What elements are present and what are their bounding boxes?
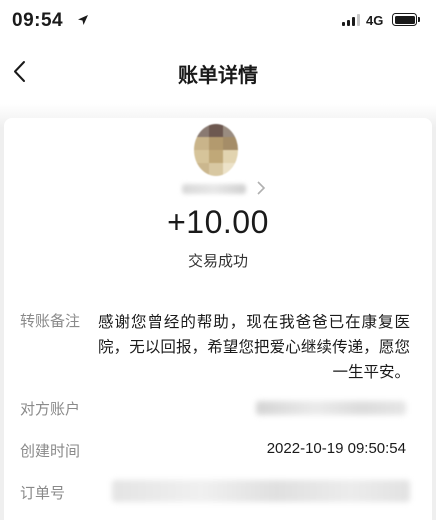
bill-detail-card: +10.00 交易成功 转账备注 感谢您曾经的帮助，现在我爸爸已在康复医院，无以… [4, 118, 432, 520]
redacted-order-number [112, 480, 410, 502]
signal-icon [342, 14, 360, 26]
transaction-status: 交易成功 [187, 253, 248, 270]
remark-label: 转账备注 [20, 313, 81, 330]
status-time: 09:54 [12, 10, 64, 31]
chevron-right-icon [256, 180, 266, 199]
counterparty-name-link[interactable] [182, 180, 272, 196]
redacted-name [182, 184, 246, 194]
created-time-value: 2022-10-19 09:50:54 [266, 440, 406, 457]
counterparty-account-label: 对方账户 [20, 401, 81, 418]
status-bar: 09:54 4G [0, 0, 436, 44]
redacted-account [256, 401, 406, 415]
order-number-label: 订单号 [20, 485, 66, 502]
battery-icon [392, 13, 417, 26]
avatar[interactable] [194, 124, 238, 176]
network-label: 4G [366, 13, 384, 28]
nav-bar: 账单详情 [0, 44, 436, 104]
location-arrow-icon [77, 14, 89, 29]
transaction-amount: +10.00 [167, 204, 269, 240]
remark-text: 感谢您曾经的帮助，现在我爸爸已在康复医院，无以回报，希望您把爱心继续传递，愿您一… [98, 314, 410, 381]
page-title: 账单详情 [178, 65, 258, 87]
created-time-label: 创建时间 [20, 443, 81, 460]
battery-cap [418, 17, 420, 22]
